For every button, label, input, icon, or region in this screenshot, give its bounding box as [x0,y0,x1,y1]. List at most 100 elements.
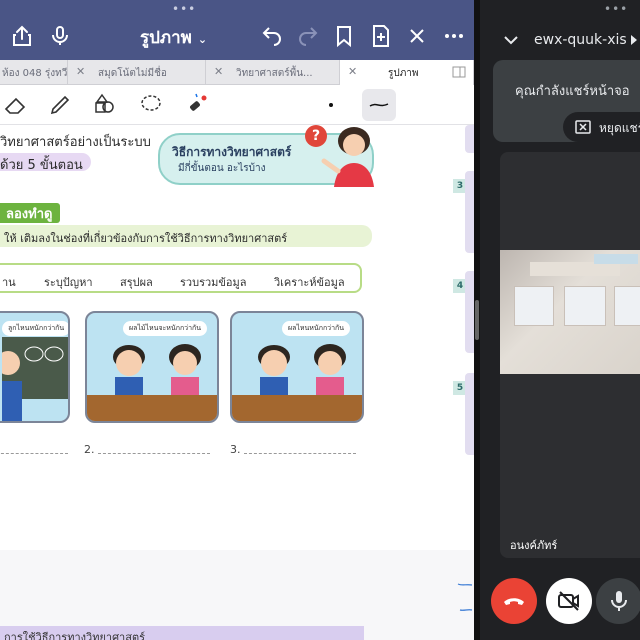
speech-bubble: ลูกไหนหนักกว่ากัน [2,321,68,336]
word-bank-item: ระบุปัญหา [44,276,93,289]
tab-document-3[interactable]: ✕ วิทยาศาสตร์พื้น... [206,60,340,85]
next-page[interactable]: การใช้วิธีการทางวิทยาศาสตร์ [0,550,474,640]
side-strip [465,171,474,253]
drawing-toolbar [0,85,474,125]
chevron-down-icon: ⌄ [197,33,208,46]
student-illustration [2,351,22,421]
notes-app: ••• รูปภาพ ⌄ ห้อง 048 รุ่งทวี ✕ สมุดโน้ต… [0,0,474,640]
tab-document-2[interactable]: ✕ สมุดโน้ตไม่มีชื่อ [68,60,206,85]
meet-header: ewx-quuk-xis [480,20,640,60]
lasso-icon[interactable] [136,91,166,119]
answer-line-3[interactable]: 3. [230,443,370,457]
microphone-icon [611,591,627,611]
add-page-icon[interactable] [369,24,393,48]
comic-panel-2: ผลไม้ไหนจะหนักกว่ากัน [85,311,219,423]
camera-feed [500,250,640,374]
side-strip [465,271,474,353]
screen-share-banner: คุณกำลังแชร์หน้าจอ หยุดแชร์ [493,60,640,142]
comic-panel-3: ผลไหนหนักกว่ากัน [230,311,364,423]
undo-icon[interactable] [260,24,284,48]
table-surface [87,395,217,421]
close-tab-icon[interactable]: ✕ [76,65,85,78]
book-picture [514,286,554,326]
answer-line-1[interactable] [0,443,72,457]
answer-underline [244,453,356,454]
close-tab-icon[interactable]: ✕ [348,65,357,78]
speech-bubble: ผลไหนหนักกว่ากัน [282,321,351,336]
screen: ••• รูปภาพ ⌄ ห้อง 048 รุ่งทวี ✕ สมุดโน้ต… [0,0,640,640]
participant-name: อนงค์ภัทร์ [510,539,558,552]
stroke-style-button[interactable] [362,89,396,121]
end-call-icon [504,598,524,605]
comic-panel-1: ลูกไหนหนักกว่ากัน [0,311,70,423]
laser-pointer-icon[interactable] [182,91,212,119]
method-banner-title: วิธีการทางวิทยาศาสตร์ [172,145,292,159]
close-tab-icon[interactable]: ✕ [214,65,223,78]
tab-label: รูปภาพ [388,68,419,79]
tab-document-4[interactable]: ✕ รูปภาพ [340,60,474,85]
answer-number: 3. [230,443,241,456]
teacher-illustration [321,127,374,187]
stop-share-icon [575,120,591,134]
participant-video-tile[interactable]: อนงค์ภัทร์ [500,152,640,558]
tab-document-1[interactable]: ห้อง 048 รุ่งทวี... [0,60,68,85]
next-page-heading: การใช้วิธีการทางวิทยาศาสตร์ [4,631,145,640]
camera-off-icon [558,591,579,611]
worksheet-page[interactable]: วิทยาศาสตร์อย่างเป็นระบบ ด้วย 5 ขั้นตอน … [0,125,474,550]
pen-dot-icon[interactable] [316,91,346,119]
handwriting-marks [457,583,473,611]
instruction-text: ให้ เติมลงในช่องที่เกี่ยวข้องกับการใช้วิ… [0,225,372,247]
camera-toggle-button[interactable] [546,578,592,624]
divider-handle[interactable] [475,300,479,340]
microphone-icon[interactable] [48,24,72,48]
table-surface [232,395,362,421]
redo-icon[interactable] [296,24,320,48]
highlighter-icon[interactable] [46,91,76,119]
chevron-right-icon[interactable] [630,35,638,45]
word-bank-item: วิเคราะห์ข้อมูล [274,276,345,289]
word-bank-item: สรุปผล [120,276,153,289]
book-picture [614,286,640,326]
balloons-drawing [24,346,64,362]
document-title-text: รูปภาพ [140,28,192,48]
eraser-icon[interactable] [2,91,32,119]
tab-label: สมุดโน้ตไม่มีชื่อ [98,68,167,79]
meet-app: ••• ewx-quuk-xis คุณกำลังแชร์หน้าจอ หยุด… [480,0,640,640]
word-bank: าน ระบุปัญหา สรุปผล รวบรวมข้อมูล วิเคราะ… [0,263,362,293]
chevron-down-icon[interactable] [502,32,520,48]
tab-label: ห้อง 048 รุ่งทวี... [2,68,68,79]
section-label: ลองทำดู [0,203,61,223]
end-call-button[interactable] [491,578,537,624]
share-icon[interactable] [10,24,34,48]
microphone-toggle-button[interactable] [596,578,640,624]
stop-sharing-label: หยุดแชร์ [599,121,640,135]
answer-line-2[interactable]: 2. [84,443,224,457]
book-text-block [530,262,620,276]
document-title[interactable]: รูปภาพ ⌄ [140,24,207,51]
book-text-block [594,254,638,264]
tab-label: วิทยาศาสตร์พื้น... [236,68,313,79]
more-icon[interactable] [442,24,466,48]
tab-layout-icon[interactable] [452,65,466,79]
book-picture [564,286,606,326]
word-bank-item: าน [2,276,16,289]
section-label-text: ลองทำดู [6,207,53,222]
side-strip [465,125,474,153]
notes-title-bar: ••• รูปภาพ ⌄ [0,0,474,60]
shapes-icon[interactable] [90,91,120,119]
stroke-style-icon [369,103,389,107]
answer-number: 2. [84,443,95,456]
multitask-dots[interactable]: ••• [172,2,196,16]
document-tab-bar: ห้อง 048 รุ่งทวี... ✕ สมุดโน้ตไม่มีชื่อ … [0,60,474,85]
word-bank-item: รวบรวมข้อมูล [180,276,247,289]
close-icon[interactable] [405,24,429,48]
stop-sharing-button[interactable]: หยุดแชร์ [563,112,640,142]
method-banner-subtitle: มีกี่ขั้นตอน อะไรบ้าง [178,163,266,174]
answer-underline [0,453,68,454]
answer-underline [98,453,210,454]
bookmark-icon[interactable] [332,24,356,48]
multitask-dots[interactable]: ••• [604,2,628,16]
page-text-line-1: วิทยาศาสตร์อย่างเป็นระบบ [0,135,151,150]
share-message: คุณกำลังแชร์หน้าจอ [515,84,630,99]
meeting-code[interactable]: ewx-quuk-xis [534,32,627,48]
